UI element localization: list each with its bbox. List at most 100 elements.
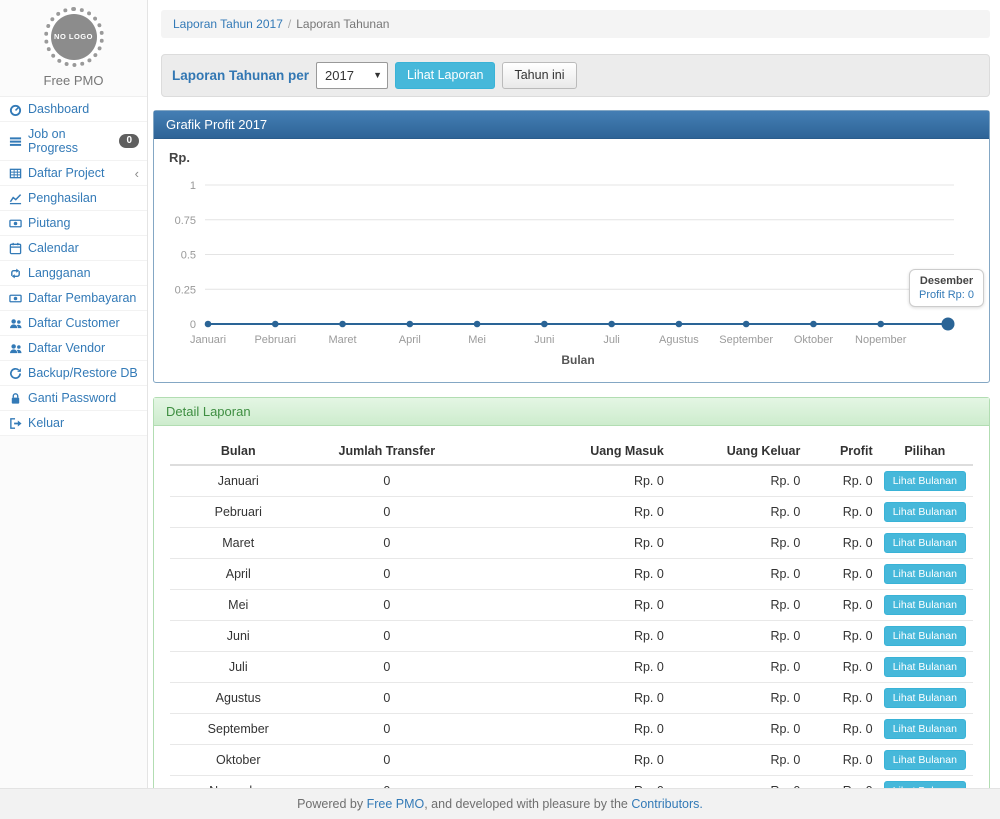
chart-body: Rp. 10.750.50.250JanuariPebruariMaretApr… — [154, 139, 989, 382]
y-tick-label: 1 — [190, 180, 196, 192]
cell-pilihan: Lihat Bulanan — [877, 745, 973, 776]
footer-link-free-pmo[interactable]: Free PMO — [367, 797, 425, 811]
detail-laporan-panel: Detail Laporan BulanJumlah TransferUang … — [153, 397, 990, 819]
sidebar-item-daftar-pembayaran[interactable]: Daftar Pembayaran — [0, 286, 147, 311]
table-row: Oktober0Rp. 0Rp. 0Rp. 0Lihat Bulanan — [170, 745, 973, 776]
retweet-icon — [8, 267, 22, 280]
sidebar-item-job-on-progress[interactable]: Job on Progress 0 — [0, 122, 147, 161]
sidebar-item-penghasilan[interactable]: Penghasilan — [0, 186, 147, 211]
cell-pilihan: Lihat Bulanan — [877, 652, 973, 683]
chevron-left-icon: ‹ — [135, 167, 139, 180]
tooltip-value: Profit Rp: 0 — [919, 289, 974, 301]
lihat-bulanan-button[interactable]: Lihat Bulanan — [884, 595, 966, 615]
cell: 0 — [307, 621, 468, 652]
y-tick-label: 0.5 — [181, 250, 196, 262]
cell: Rp. 0 — [467, 497, 668, 528]
column-header-pilihan: Pilihan — [877, 438, 973, 465]
table-row: September0Rp. 0Rp. 0Rp. 0Lihat Bulanan — [170, 714, 973, 745]
sidebar-item-label: Dashboard — [28, 102, 89, 116]
year-select[interactable]: 2017 — [316, 62, 388, 89]
cell: Rp. 0 — [804, 590, 876, 621]
lihat-bulanan-button[interactable]: Lihat Bulanan — [884, 564, 966, 584]
breadcrumb-current: Laporan Tahunan — [296, 17, 389, 31]
lock-icon — [8, 392, 22, 405]
cell: Rp. 0 — [467, 683, 668, 714]
tooltip-month: Desember — [919, 275, 974, 287]
lihat-bulanan-button[interactable]: Lihat Bulanan — [884, 719, 966, 739]
sidebar-item-daftar-project[interactable]: Daftar Project ‹ — [0, 161, 147, 186]
cell: 0 — [307, 652, 468, 683]
lihat-laporan-button[interactable]: Lihat Laporan — [395, 62, 495, 89]
data-point — [676, 321, 683, 328]
data-point — [608, 321, 615, 328]
sidebar-item-piutang[interactable]: Piutang — [0, 211, 147, 236]
column-header-uang-keluar: Uang Keluar — [668, 438, 805, 465]
users-icon — [8, 342, 22, 355]
sidebar-item-keluar[interactable]: Keluar — [0, 411, 147, 436]
lihat-bulanan-button[interactable]: Lihat Bulanan — [884, 626, 966, 646]
lihat-bulanan-button[interactable]: Lihat Bulanan — [884, 688, 966, 708]
logo-ring: NO LOGO — [44, 7, 104, 67]
x-tick-label: Pebruari — [254, 334, 296, 346]
x-tick-label: Oktober — [794, 334, 833, 346]
sidebar-item-label: Daftar Project — [28, 166, 104, 180]
cell: Maret — [170, 528, 307, 559]
sidebar: NO LOGO Free PMO Dashboard Job on Progre… — [0, 0, 148, 819]
refresh-icon — [8, 367, 22, 380]
cell: Rp. 0 — [804, 528, 876, 559]
sidebar-item-langganan[interactable]: Langganan — [0, 261, 147, 286]
table-header-row: BulanJumlah TransferUang MasukUang Kelua… — [170, 438, 973, 465]
footer-text-before: Powered by — [297, 797, 366, 811]
cell: Rp. 0 — [804, 559, 876, 590]
cell: Rp. 0 — [804, 745, 876, 776]
lihat-bulanan-button[interactable]: Lihat Bulanan — [884, 657, 966, 677]
cell: Rp. 0 — [668, 683, 805, 714]
data-point — [272, 321, 279, 328]
cell-pilihan: Lihat Bulanan — [877, 683, 973, 714]
sidebar-item-daftar-vendor[interactable]: Daftar Vendor — [0, 336, 147, 361]
lihat-bulanan-button[interactable]: Lihat Bulanan — [884, 471, 966, 491]
y-tick-label: 0 — [190, 319, 196, 331]
column-header-jumlah-transfer: Jumlah Transfer — [307, 438, 468, 465]
cell: Rp. 0 — [804, 683, 876, 714]
lihat-bulanan-button[interactable]: Lihat Bulanan — [884, 750, 966, 770]
sidebar-item-daftar-customer[interactable]: Daftar Customer — [0, 311, 147, 336]
cell: 0 — [307, 528, 468, 559]
lihat-bulanan-button[interactable]: Lihat Bulanan — [884, 533, 966, 553]
cell: 0 — [307, 745, 468, 776]
year-filter-bar: Laporan Tahunan per 2017 ▼ Lihat Laporan… — [161, 54, 990, 97]
calendar-icon — [8, 242, 22, 255]
sidebar-item-label: Calendar — [28, 241, 79, 255]
profit-chart-panel: Grafik Profit 2017 Rp. 10.750.50.250Janu… — [153, 110, 990, 383]
breadcrumb: Laporan Tahun 2017/Laporan Tahunan — [161, 10, 990, 38]
table-row: Mei0Rp. 0Rp. 0Rp. 0Lihat Bulanan — [170, 590, 973, 621]
x-tick-label: Agustus — [659, 334, 699, 346]
lihat-bulanan-button[interactable]: Lihat Bulanan — [884, 502, 966, 522]
sidebar-item-label: Keluar — [28, 416, 64, 430]
sidebar-item-backup-restore-db[interactable]: Backup/Restore DB — [0, 361, 147, 386]
table-row: Pebruari0Rp. 0Rp. 0Rp. 0Lihat Bulanan — [170, 497, 973, 528]
cell: Rp. 0 — [467, 621, 668, 652]
sidebar-item-label: Daftar Vendor — [28, 341, 105, 355]
data-point — [810, 321, 817, 328]
x-tick-label: Juni — [534, 334, 554, 346]
sidebar-item-label: Backup/Restore DB — [28, 366, 138, 380]
data-point — [942, 318, 955, 331]
cell: Rp. 0 — [467, 714, 668, 745]
cell: Rp. 0 — [467, 745, 668, 776]
cell: September — [170, 714, 307, 745]
sidebar-item-calendar[interactable]: Calendar — [0, 236, 147, 261]
users-icon — [8, 317, 22, 330]
sidebar-item-dashboard[interactable]: Dashboard — [0, 97, 147, 122]
tahun-ini-button[interactable]: Tahun ini — [502, 62, 576, 89]
sidebar-item-ganti-password[interactable]: Ganti Password — [0, 386, 147, 411]
data-point — [743, 321, 750, 328]
app-name: Free PMO — [0, 73, 147, 88]
footer-link-contributors[interactable]: Contributors. — [631, 797, 703, 811]
cell: Rp. 0 — [668, 621, 805, 652]
detail-panel-title: Detail Laporan — [154, 398, 989, 426]
cell: Rp. 0 — [467, 652, 668, 683]
footer: Powered by Free PMO, and developed with … — [0, 788, 1000, 819]
cell-pilihan: Lihat Bulanan — [877, 528, 973, 559]
breadcrumb-link-laporan-tahun[interactable]: Laporan Tahun 2017 — [173, 17, 283, 31]
